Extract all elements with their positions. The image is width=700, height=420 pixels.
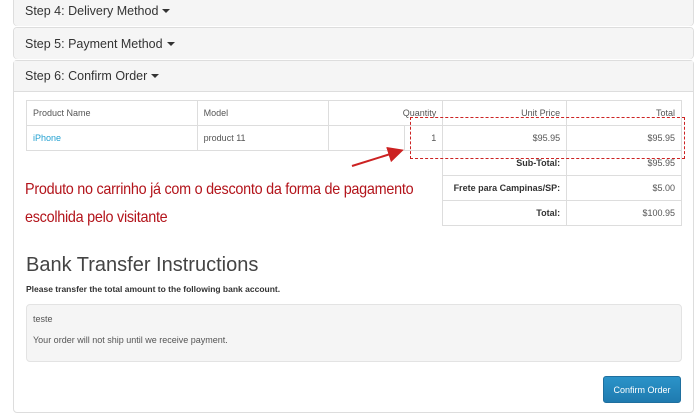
annotation-line-1: Produto no carrinho já com o desconto da…	[25, 181, 414, 198]
annotation-note: Produto no carrinho já com o desconto da…	[25, 176, 414, 232]
annotation-line-2: escolhida pelo visitante	[25, 209, 168, 226]
